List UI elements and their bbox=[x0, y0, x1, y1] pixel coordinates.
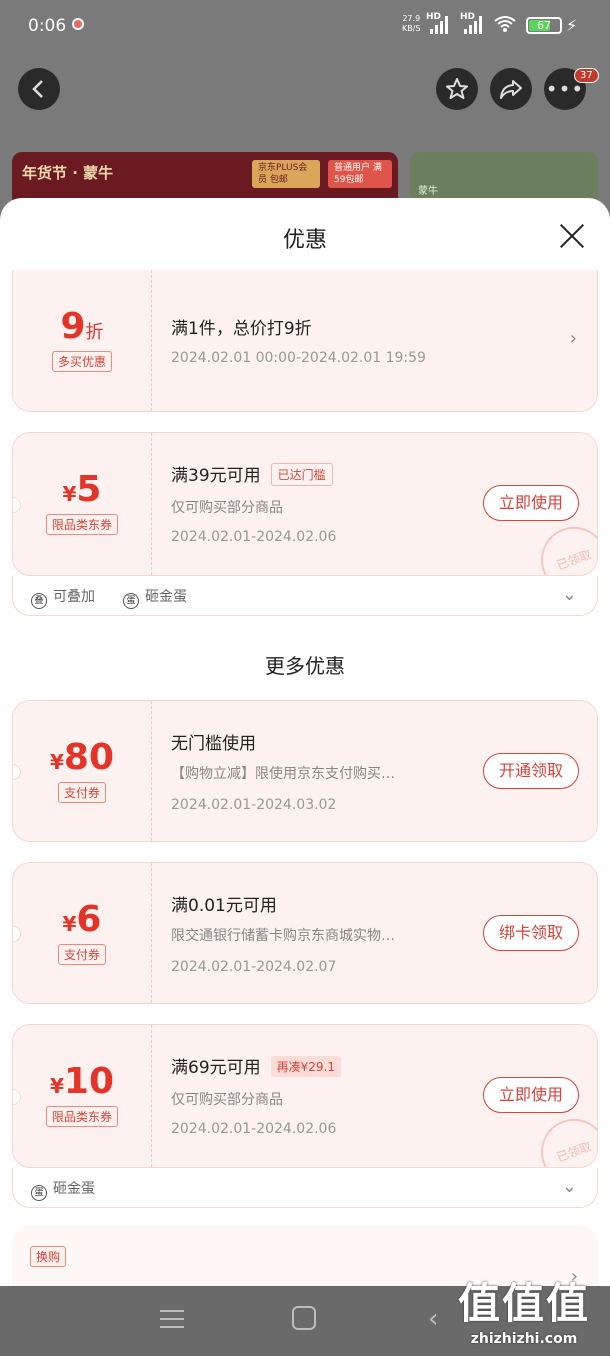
coupon-type-tag: 支付券 bbox=[57, 944, 106, 965]
currency-symbol: ¥ bbox=[62, 482, 77, 506]
coupon-value: ¥80 支付券 bbox=[13, 737, 151, 803]
currency-symbol: ¥ bbox=[49, 750, 64, 774]
coupon-extra-row[interactable]: 叠可叠加 蛋砸金蛋 ⌄ bbox=[12, 576, 598, 616]
watermark: 值值值 zhizhizhi.com bbox=[458, 1270, 590, 1347]
trade-in-tag: 换购 bbox=[30, 1246, 67, 1267]
watermark-logo: 值值值 bbox=[458, 1279, 591, 1328]
claimed-stamp: 已领取 bbox=[531, 1109, 597, 1167]
section-title-more: 更多优惠 bbox=[265, 654, 345, 678]
coupon-validity: 2024.02.01-2024.02.06 bbox=[171, 1121, 337, 1137]
watermark-url: zhizhizhi.com bbox=[470, 1331, 578, 1347]
add-more-pill: 再凑¥29.1 bbox=[270, 1056, 341, 1077]
signal-icon-1 bbox=[430, 16, 448, 34]
coupon-amount: 5 bbox=[76, 469, 102, 510]
discount-sheet: 优惠 9折 多买优惠 满1件，总价打9折 2024.02.01 00:00-20… bbox=[0, 198, 610, 1286]
coupon-condition: 满0.01元可用 bbox=[171, 896, 277, 916]
recent-apps-icon[interactable] bbox=[160, 1310, 184, 1334]
coupon-amount: 9 bbox=[60, 306, 86, 347]
coupon-extra-row[interactable]: 蛋砸金蛋 ⌄ bbox=[12, 1168, 598, 1208]
coupon-condition: 满69元可用 再凑¥29.1 bbox=[171, 1053, 341, 1078]
coupon-card-80[interactable]: ¥80 支付券 无门槛使用 【购物立减】限使用京东支付购买… 2024.02.0… bbox=[12, 700, 598, 842]
chevron-left-icon bbox=[32, 80, 43, 98]
favorite-button[interactable] bbox=[436, 68, 478, 110]
coupon-condition-text: 满39元可用 bbox=[171, 466, 261, 486]
banner-tag-normal: 普通用户 满59包邮 bbox=[328, 160, 392, 188]
stackable-item: 叠可叠加 bbox=[31, 586, 95, 609]
coupon-condition-text: 满69元可用 bbox=[171, 1058, 261, 1078]
coupon-value: 9折 多买优惠 bbox=[13, 306, 151, 372]
chevron-down-icon[interactable]: ⌄ bbox=[562, 584, 577, 605]
currency-symbol: ¥ bbox=[62, 912, 77, 936]
star-icon bbox=[446, 78, 468, 99]
product-logo: 蒙牛 bbox=[418, 186, 438, 197]
use-now-button[interactable]: 立即使用 bbox=[483, 485, 579, 521]
chevron-right-icon[interactable]: › bbox=[570, 328, 577, 349]
signal-icon-2 bbox=[464, 16, 482, 34]
back-nav-icon[interactable]: ‹ bbox=[428, 1304, 438, 1334]
coupon-scope: 限交通银行储蓄卡购京东商城实物… bbox=[171, 928, 395, 944]
open-and-claim-button[interactable]: 开通领取 bbox=[483, 753, 579, 789]
coupon-type-tag: 限品类东券 bbox=[45, 1106, 118, 1127]
coupon-validity: 2024.02.01-2024.03.02 bbox=[171, 797, 337, 813]
product-thumbnail[interactable]: 蒙牛 bbox=[410, 152, 598, 202]
share-button[interactable] bbox=[490, 68, 532, 110]
coupon-type-tag: 限品类东券 bbox=[45, 514, 118, 535]
golden-egg-item: 蛋砸金蛋 bbox=[31, 1178, 95, 1201]
use-now-button[interactable]: 立即使用 bbox=[483, 1077, 579, 1113]
coupon-type-tag: 多买优惠 bbox=[51, 351, 112, 372]
message-count-badge: 37 bbox=[574, 68, 599, 83]
charging-icon: ⚡ bbox=[566, 16, 578, 35]
coupon-value: ¥5 限品类东券 bbox=[13, 469, 151, 535]
coupon-unit: 折 bbox=[85, 322, 104, 343]
coupon-scope: 【购物立减】限使用京东支付购买… bbox=[171, 766, 395, 782]
coupon-validity: 2024.02.01 00:00-2024.02.01 19:59 bbox=[171, 350, 426, 366]
bind-card-claim-button[interactable]: 绑卡领取 bbox=[483, 915, 579, 951]
coupon-amount: 10 bbox=[63, 1061, 115, 1102]
stackable-label: 可叠加 bbox=[53, 589, 95, 605]
share-icon bbox=[500, 80, 522, 99]
coupon-card-10[interactable]: ¥10 限品类东券 满69元可用 再凑¥29.1 仅可购买部分商品 2024.02… bbox=[12, 1024, 598, 1168]
coupon-scope: 仅可购买部分商品 bbox=[171, 1092, 283, 1108]
coupon-validity: 2024.02.01-2024.02.07 bbox=[171, 959, 337, 975]
sheet-title: 优惠 bbox=[282, 228, 327, 253]
coupon-scope: 仅可购买部分商品 bbox=[171, 500, 283, 516]
battery-icon: 67 bbox=[526, 17, 562, 34]
coupon-card-6[interactable]: ¥6 支付券 满0.01元可用 限交通银行储蓄卡购京东商城实物… 2024.02… bbox=[12, 862, 598, 1004]
coupon-card-5[interactable]: ¥5 限品类东券 满39元可用 已达门槛 仅可购买部分商品 2024.02.01-… bbox=[12, 432, 598, 576]
promo-banner[interactable]: 年货节 · 蒙牛 京东PLUS会员 包邮 普通用户 满59包邮 bbox=[12, 152, 398, 202]
status-bar: 0:06 27.9 KB/S HD HD 67 ⚡ bbox=[0, 0, 610, 52]
currency-symbol: ¥ bbox=[49, 1074, 64, 1098]
coupon-validity: 2024.02.01-2024.02.06 bbox=[171, 529, 337, 545]
coupon-value: ¥6 支付券 bbox=[13, 899, 151, 965]
coupon-value: ¥10 限品类东券 bbox=[13, 1061, 151, 1127]
coupon-condition: 满1件，总价打9折 bbox=[171, 319, 312, 339]
coupon-type-tag: 支付券 bbox=[57, 782, 106, 803]
network-speed-value: 27.9 bbox=[402, 14, 421, 23]
coupon-amount: 6 bbox=[76, 899, 102, 940]
coupon-condition: 无门槛使用 bbox=[171, 734, 256, 754]
battery-level: 67 bbox=[537, 19, 551, 32]
coupon-amount: 80 bbox=[63, 737, 115, 778]
notification-icon bbox=[72, 18, 84, 30]
close-icon[interactable] bbox=[558, 222, 586, 250]
home-icon[interactable] bbox=[292, 1306, 316, 1330]
golden-egg-label: 砸金蛋 bbox=[145, 589, 187, 605]
claimed-stamp: 已领取 bbox=[531, 517, 597, 575]
golden-egg-label: 砸金蛋 bbox=[53, 1181, 95, 1197]
coupon-card-discount[interactable]: 9折 多买优惠 满1件，总价打9折 2024.02.01 00:00-2024.… bbox=[12, 270, 598, 412]
stack-icon: 叠 bbox=[31, 593, 47, 609]
wifi-icon bbox=[494, 16, 516, 32]
threshold-status-pill: 已达门槛 bbox=[270, 463, 333, 486]
hammer-icon: 蛋 bbox=[123, 593, 139, 609]
clock: 0:06 bbox=[28, 16, 67, 36]
banner-brand: 年货节 · 蒙牛 bbox=[22, 164, 114, 182]
back-button[interactable] bbox=[18, 68, 60, 110]
banner-tag-plus: 京东PLUS会员 包邮 bbox=[252, 160, 320, 188]
network-speed: 27.9 KB/S bbox=[402, 14, 421, 34]
golden-egg-item: 蛋砸金蛋 bbox=[123, 586, 187, 609]
hammer-icon: 蛋 bbox=[31, 1185, 47, 1201]
chevron-down-icon[interactable]: ⌄ bbox=[562, 1176, 577, 1197]
network-speed-unit: KB/S bbox=[402, 24, 421, 33]
coupon-condition: 满39元可用 已达门槛 bbox=[171, 461, 333, 486]
